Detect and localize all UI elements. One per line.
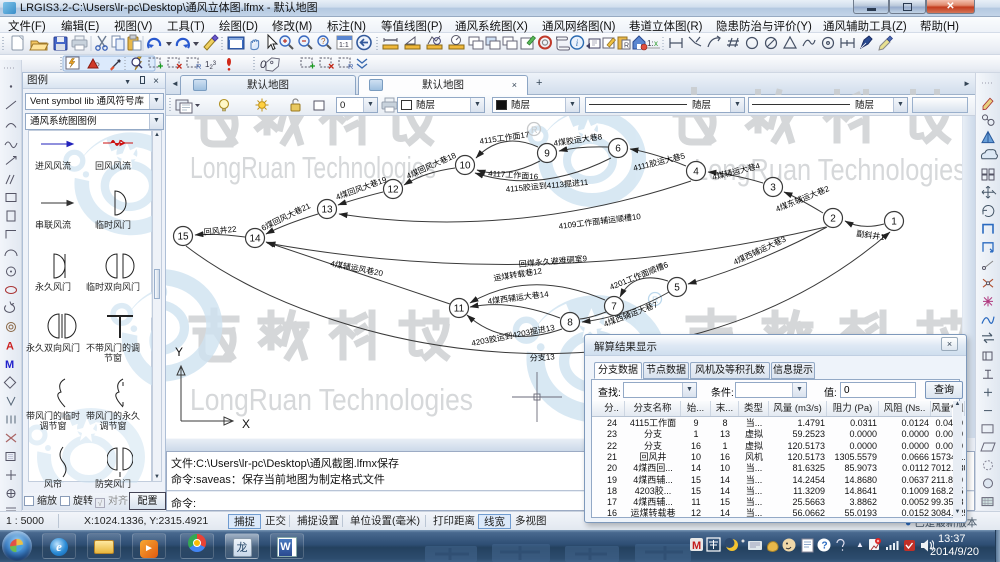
svg-text:A: A: [6, 341, 14, 353]
svg-text:M: M: [5, 359, 14, 371]
svg-text:4201工作面顺槽6: 4201工作面顺槽6: [608, 259, 670, 292]
svg-text:12: 12: [387, 185, 399, 196]
svg-text:123: 123: [205, 60, 217, 71]
svg-text:9: 9: [544, 149, 550, 160]
svg-text:11: 11: [454, 304, 465, 315]
svg-text:4117工作面16: 4117工作面16: [488, 168, 539, 182]
svg-text:4煤辅运风巷20: 4煤辅运风巷20: [330, 258, 385, 278]
svg-text:1: 1: [891, 217, 897, 228]
svg-text:4115工作面17: 4115工作面17: [479, 129, 531, 146]
svg-text:3: 3: [770, 183, 776, 194]
svg-text:2: 2: [830, 214, 836, 225]
svg-text:6煤回风大巷21: 6煤回风大巷21: [259, 200, 312, 233]
svg-text:LongRuan Technologies: LongRuan Technologies: [190, 150, 436, 185]
svg-text:5: 5: [674, 283, 680, 294]
svg-text:4109工作面辅运顺槽10: 4109工作面辅运顺槽10: [558, 211, 642, 231]
svg-text:副斜井1: 副斜井1: [856, 228, 886, 242]
svg-text:4: 4: [693, 167, 699, 178]
svg-text:1:1: 1:1: [339, 42, 349, 49]
svg-text:10: 10: [459, 161, 471, 172]
svg-text:1:: 1:: [647, 39, 654, 48]
svg-text:回风井22: 回风井22: [203, 224, 237, 237]
svg-text:LongRuan Technologies: LongRuan Technologies: [190, 382, 473, 417]
svg-text:R: R: [348, 62, 354, 71]
svg-text:R: R: [531, 125, 538, 135]
svg-text:X: X: [242, 417, 250, 431]
svg-text:R: R: [196, 62, 202, 71]
svg-text:8: 8: [567, 318, 573, 329]
svg-text:?: ?: [822, 541, 828, 552]
svg-text:运煤转载巷12: 运煤转载巷12: [493, 265, 543, 283]
svg-text:Y: Y: [175, 345, 183, 359]
svg-text:14: 14: [249, 234, 261, 245]
svg-text:分支13: 分支13: [529, 351, 555, 363]
svg-text:6: 6: [615, 144, 621, 155]
svg-text:R: R: [624, 43, 629, 50]
svg-text:15: 15: [177, 232, 189, 243]
svg-text:x: x: [654, 39, 658, 48]
svg-text:?: ?: [321, 37, 326, 46]
svg-text:回煤永久避难硐室9: 回煤永久避难硐室9: [518, 253, 588, 269]
svg-text:7: 7: [611, 302, 617, 313]
svg-text:13: 13: [321, 205, 333, 216]
svg-text:M: M: [692, 540, 701, 552]
